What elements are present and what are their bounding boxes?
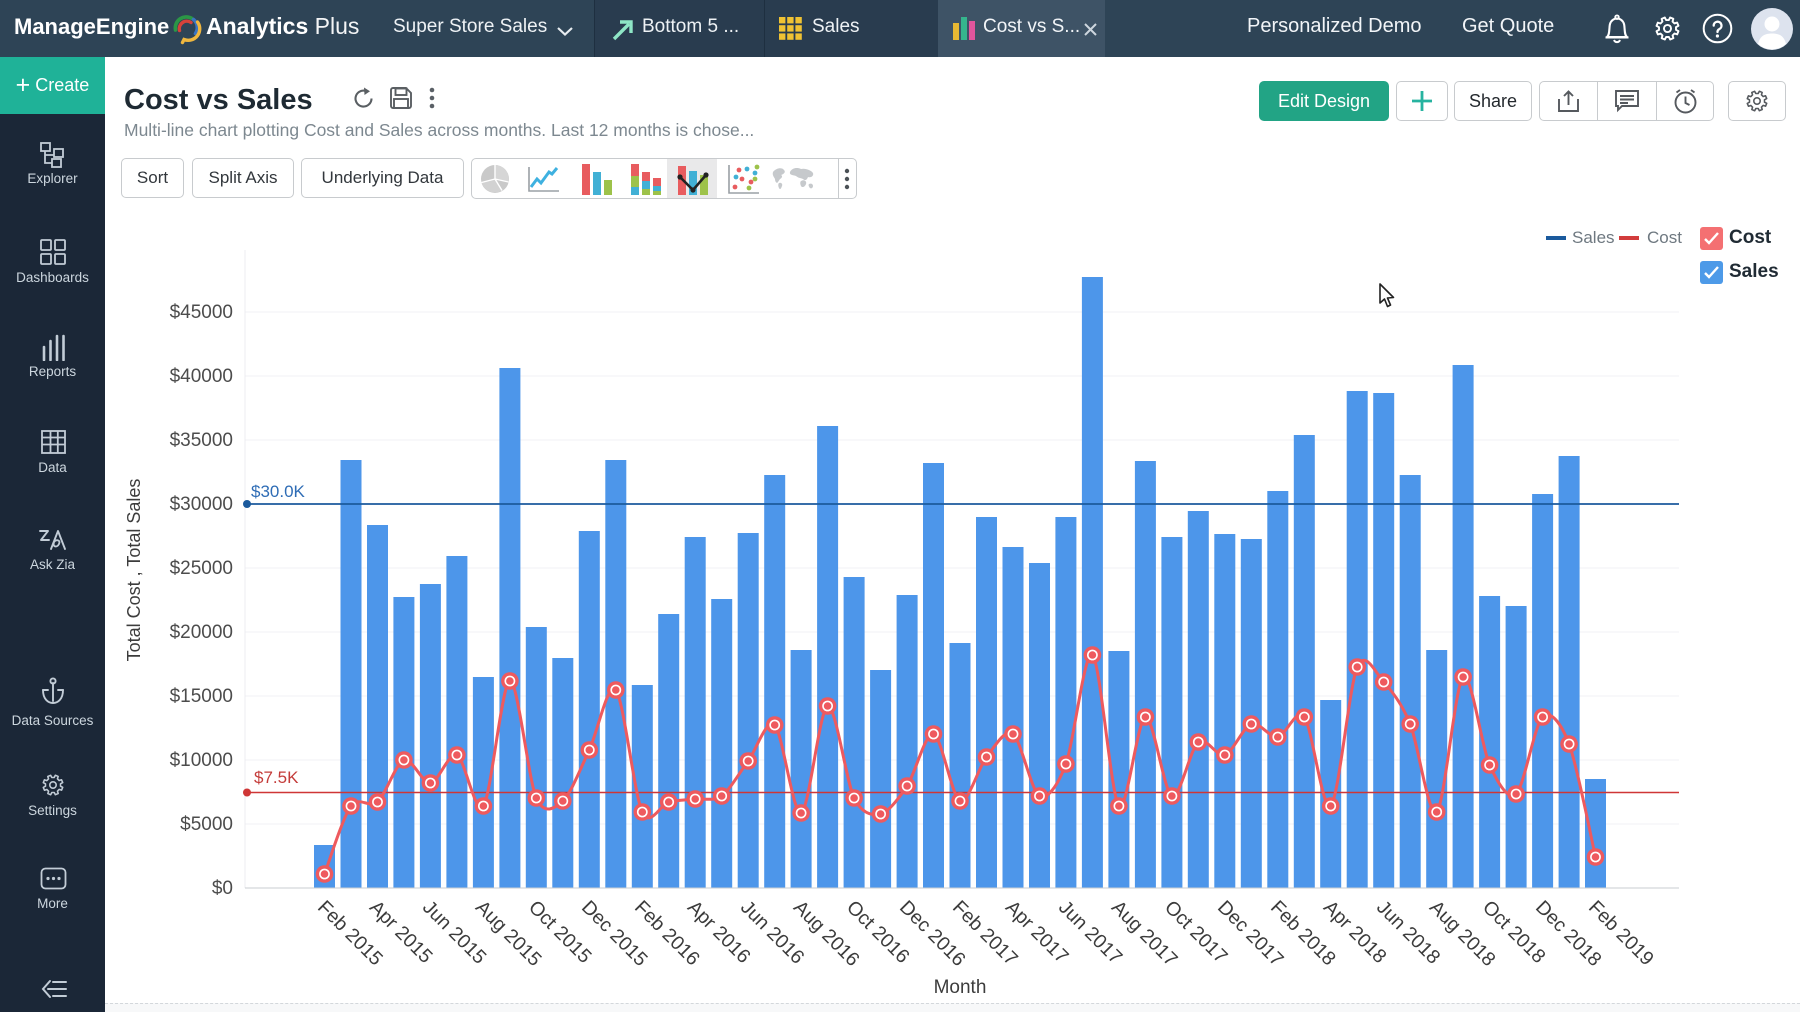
svg-text:$45000: $45000 bbox=[170, 302, 233, 323]
svg-text:$20000: $20000 bbox=[170, 622, 233, 643]
svg-text:$40000: $40000 bbox=[170, 366, 233, 387]
svg-text:$30.0K: $30.0K bbox=[251, 482, 306, 501]
svg-text:$5000: $5000 bbox=[180, 814, 233, 835]
svg-text:Month: Month bbox=[934, 977, 987, 998]
svg-text:Total Cost , Total Sales: Total Cost , Total Sales bbox=[124, 479, 144, 662]
svg-text:$25000: $25000 bbox=[170, 558, 233, 579]
svg-text:$15000: $15000 bbox=[170, 686, 233, 707]
svg-text:$0: $0 bbox=[212, 878, 233, 899]
svg-text:$10000: $10000 bbox=[170, 750, 233, 771]
svg-text:$7.5K: $7.5K bbox=[254, 768, 299, 787]
svg-text:$35000: $35000 bbox=[170, 430, 233, 451]
svg-text:$30000: $30000 bbox=[170, 494, 233, 515]
